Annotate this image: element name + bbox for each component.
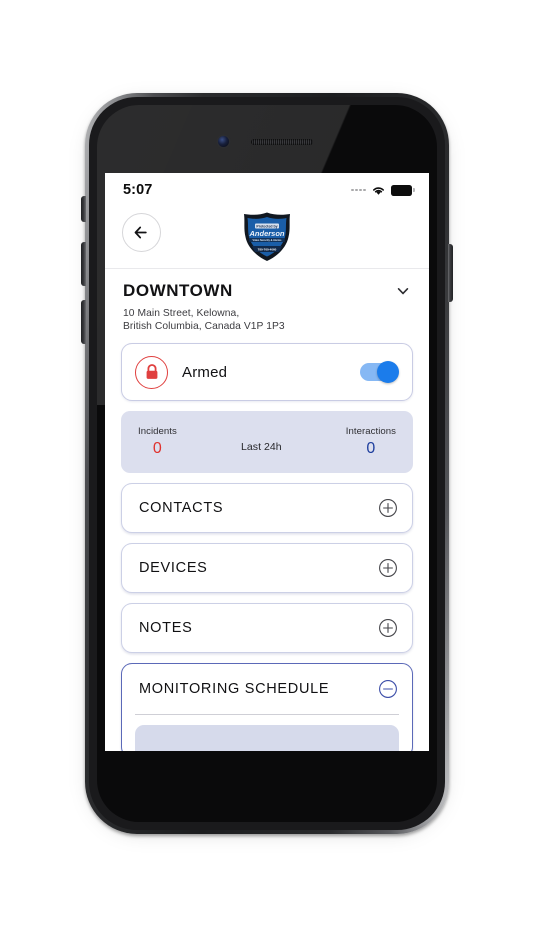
site-address-line-2: British Columbia, Canada V1P 1P3	[123, 321, 285, 333]
status-bar-clock: 5:07	[123, 182, 153, 198]
minus-circle-icon[interactable]	[378, 679, 398, 699]
shield-badge-icon: Protected by Anderson Video Security & A…	[244, 212, 290, 261]
app-bar: Protected by Anderson Video Security & A…	[105, 207, 429, 269]
front-camera-icon	[218, 136, 229, 147]
screenshot-canvas: 5:07 Protected by Anderson Video Securit…	[0, 0, 534, 950]
phone-screen: 5:07 Protected by Anderson Video Securit…	[105, 173, 429, 751]
interactions-value: 0	[366, 440, 376, 458]
earpiece-speaker-grille	[251, 139, 313, 145]
monitoring-schedule-body	[122, 715, 412, 751]
main-content: DOWNTOWN 10 Main Street, Kelowna, Britis…	[105, 269, 429, 751]
armed-status-card[interactable]: Armed	[121, 343, 413, 402]
padlock-glyph	[146, 364, 157, 380]
volume-up-button[interactable]	[81, 242, 86, 286]
interactions-stat: Interactions 0	[346, 426, 396, 458]
section-header-monitoring-schedule[interactable]: MONITORING SCHEDULE	[122, 664, 412, 714]
battery-full-icon	[391, 184, 415, 196]
section-card-notes[interactable]: NOTES	[121, 603, 413, 654]
incidents-label: Incidents	[138, 426, 177, 438]
section-title-monitoring-schedule: MONITORING SCHEDULE	[139, 681, 330, 698]
incidents-value: 0	[152, 440, 162, 458]
toggle-knob	[377, 361, 399, 384]
section-card-contacts[interactable]: CONTACTS	[121, 483, 413, 534]
section-title-notes: NOTES	[139, 620, 193, 637]
volume-down-button[interactable]	[81, 300, 86, 344]
stats-panel: Incidents 0 Last 24h Interactions 0	[121, 411, 413, 474]
site-selector-row[interactable]: DOWNTOWN	[121, 269, 413, 301]
status-bar-indicators	[351, 184, 415, 196]
plus-circle-icon[interactable]	[378, 558, 398, 578]
chevron-down-icon[interactable]	[395, 283, 411, 299]
power-button[interactable]	[448, 244, 453, 302]
section-card-monitoring-schedule[interactable]: MONITORING SCHEDULE	[121, 663, 413, 751]
site-address: 10 Main Street, Kelowna, British Columbi…	[121, 301, 413, 333]
plus-circle-icon[interactable]	[378, 618, 398, 638]
lock-closed-icon	[135, 355, 168, 389]
logo-text-tagline: Video Security & Alarms	[253, 239, 283, 242]
logo-text-protected-by: Protected by	[256, 225, 277, 229]
arrow-left-icon	[134, 226, 147, 239]
logo-text-phone: 780-760-4060	[258, 248, 277, 252]
plus-circle-icon[interactable]	[378, 498, 398, 518]
back-button[interactable]	[122, 213, 161, 252]
schedule-slot-row[interactable]	[135, 725, 399, 751]
stats-period-label: Last 24h	[240, 440, 282, 453]
interactions-label: Interactions	[345, 426, 396, 438]
status-bar: 5:07	[105, 173, 429, 207]
mute-switch-button[interactable]	[81, 196, 86, 222]
section-title-contacts: CONTACTS	[139, 500, 224, 517]
armed-toggle-switch[interactable]	[360, 361, 399, 384]
signal-dots-icon	[351, 188, 366, 192]
incidents-stat: Incidents 0	[138, 426, 177, 458]
wifi-icon	[373, 186, 384, 195]
section-card-devices[interactable]: DEVICES	[121, 543, 413, 594]
logo-text-brand: Anderson	[248, 229, 284, 238]
section-title-devices: DEVICES	[139, 560, 208, 577]
armed-label: Armed	[182, 363, 228, 381]
site-address-line-1: 10 Main Street, Kelowna,	[123, 308, 240, 319]
site-name: DOWNTOWN	[123, 281, 233, 300]
anderson-shield-logo: Protected by Anderson Video Security & A…	[240, 211, 294, 263]
